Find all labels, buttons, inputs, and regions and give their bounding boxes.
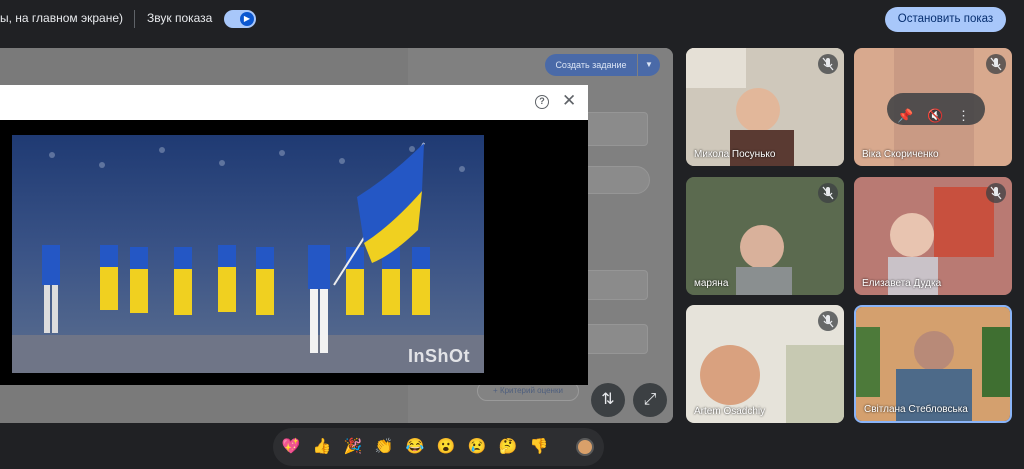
presentation-bar: ы, на главном экране) Звук показа ▶ Оста… [0,0,1024,38]
participant-tile[interactable]: Елизавета Дудка [854,177,1012,295]
sound-label: Звук показа [147,11,213,25]
reaction-thinking-icon[interactable]: 🤔 [498,437,518,457]
pin-icon[interactable]: 📌 [897,100,915,123]
volume-icon: ▶ [240,12,254,26]
divider [134,10,135,28]
swap-vertical-icon[interactable]: ⇅ [591,383,625,417]
mic-off-icon [818,183,838,203]
participant-name: маряна [694,278,729,289]
stop-presenting-button[interactable]: Остановить показ [885,7,1006,32]
sound-toggle[interactable]: ▶ [224,10,256,28]
skin-tone-picker[interactable] [576,438,594,456]
watermark-text: InShOt [408,346,470,366]
participant-tile[interactable]: Микола Посунько [686,48,844,166]
chevron-down-icon[interactable]: ▼ [638,54,660,76]
reaction-thumbs-up-icon[interactable]: 👍 [312,437,332,457]
close-icon[interactable]: ✕ [562,92,576,110]
video-dialog: ? ✕ InShOt [0,85,588,385]
participant-name: Artem Osadchiy [694,406,766,417]
reaction-surprised-icon[interactable]: 😮 [436,437,456,457]
help-icon[interactable]: ? [535,95,549,109]
participant-tile-speaking[interactable]: Світлана Стебловська [854,305,1012,423]
participant-name: Елизавета Дудка [862,278,942,289]
video-frame[interactable]: InShOt [12,135,484,373]
mic-off-icon [818,311,838,331]
create-assignment-button[interactable]: Создать задание [545,54,637,76]
parade-image [12,135,484,373]
dialog-header: ? ✕ [0,85,588,120]
reaction-sad-icon[interactable]: 😢 [467,437,487,457]
mic-off-icon[interactable]: 🔇 [927,100,945,123]
tile-actions: 📌 🔇 ⋮ [887,93,985,125]
participant-tile[interactable]: 📌 🔇 ⋮ Віка Скориченко [854,48,1012,166]
reaction-thumbs-down-icon[interactable]: 👎 [529,437,549,457]
reaction-party-icon[interactable]: 🎉 [343,437,363,457]
mic-off-icon [986,183,1006,203]
reaction-sparkling-heart-icon[interactable]: 💖 [281,437,301,457]
participant-tile[interactable]: Artem Osadchiy [686,305,844,423]
mic-off-icon [986,54,1006,74]
expand-icon[interactable]: ⤢ [633,383,667,417]
reaction-clap-icon[interactable]: 👏 [374,437,394,457]
participant-name: Віка Скориченко [862,149,939,160]
mic-off-icon [818,54,838,74]
presenting-status-text: ы, на главном экране) [0,11,123,25]
participant-name: Світлана Стебловська [864,404,968,415]
reactions-bar: 💖 👍 🎉 👏 😂 😮 😢 🤔 👎 [273,428,604,466]
participant-name: Микола Посунько [694,149,776,160]
more-vert-icon[interactable]: ⋮ [957,100,975,123]
participant-tile[interactable]: маряна [686,177,844,295]
reaction-laugh-icon[interactable]: 😂 [405,437,425,457]
